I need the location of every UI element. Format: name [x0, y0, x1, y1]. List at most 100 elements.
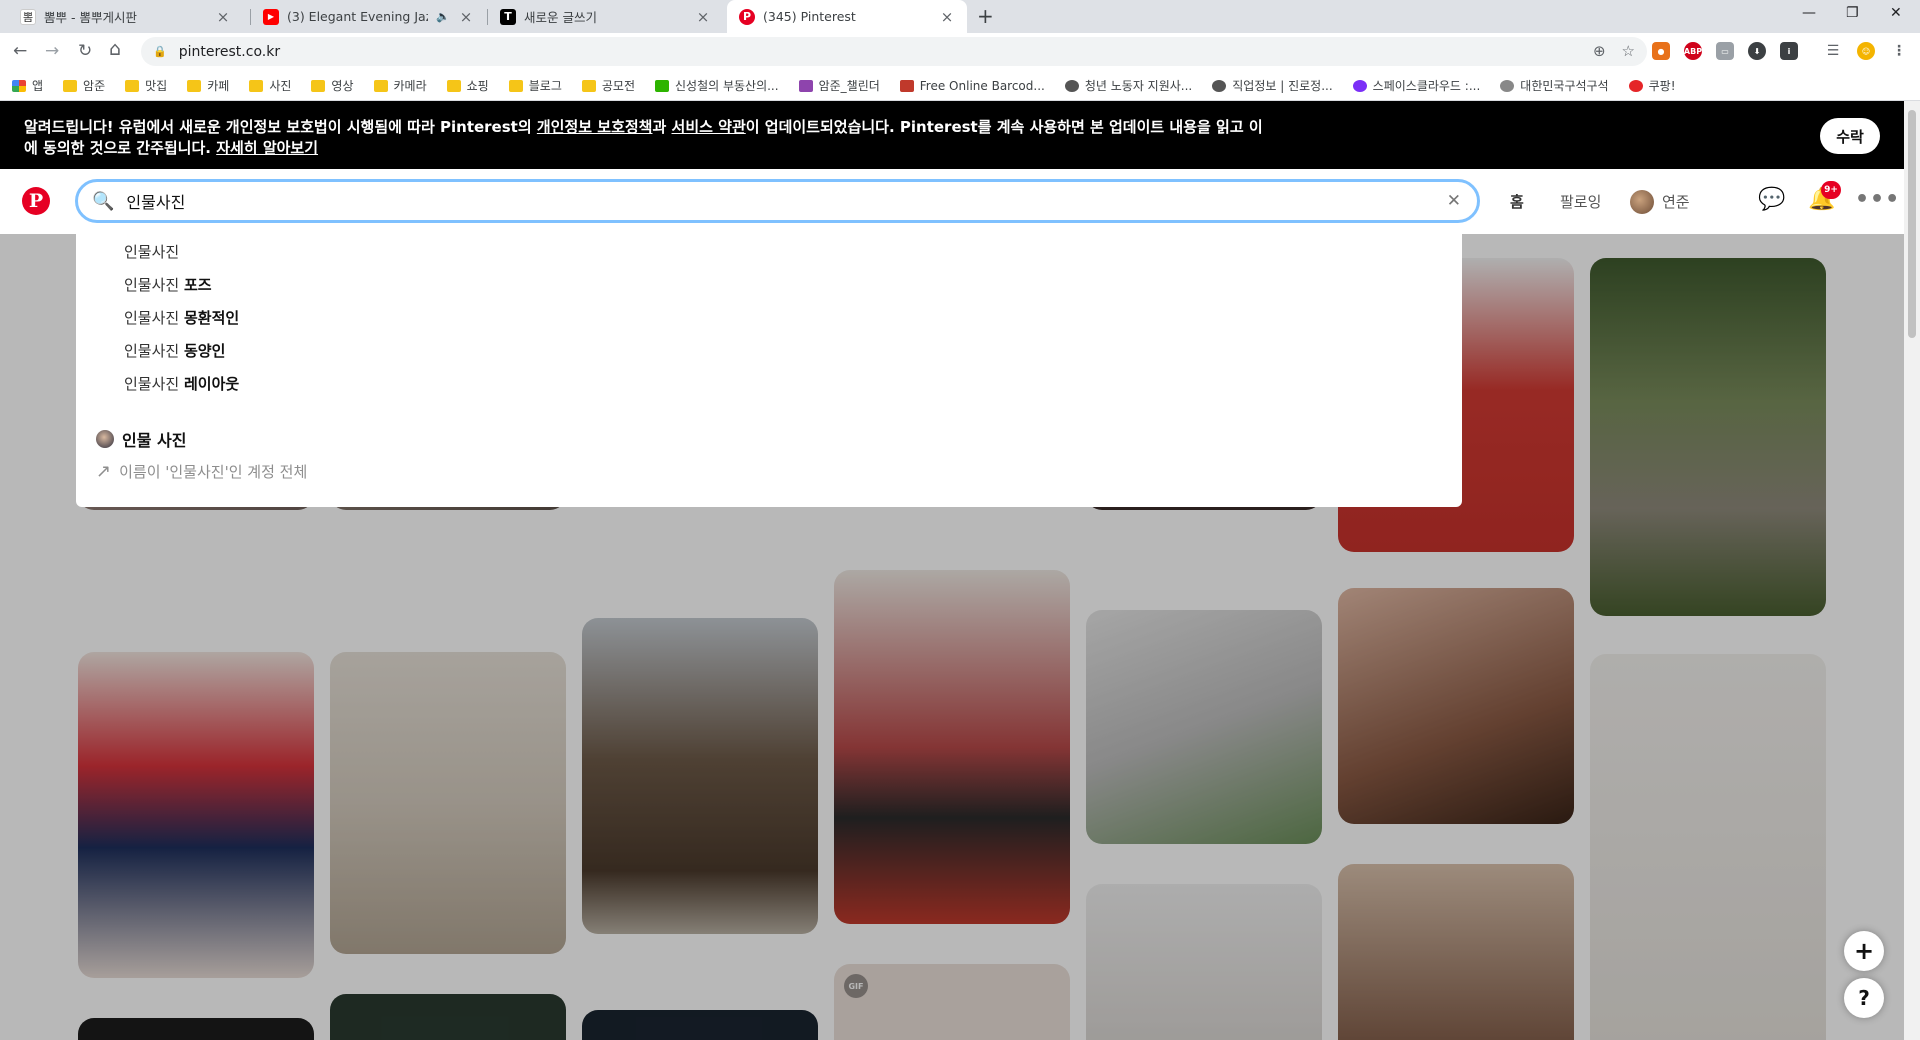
- bookmark-folder[interactable]: 암준: [63, 77, 105, 94]
- bookmark-label: 사진: [269, 79, 292, 93]
- apps-grid-icon: [12, 79, 26, 92]
- bookmark-label: 청년 노동자 지원사...: [1084, 79, 1193, 93]
- bookmark-site[interactable]: 대한민국구석구석: [1500, 77, 1609, 94]
- barcode-favicon-icon: [899, 79, 914, 92]
- close-window-icon[interactable]: ✕: [1890, 5, 1902, 21]
- bookmark-site[interactable]: 직업정보 | 진로정...: [1212, 77, 1333, 94]
- suggestion-item[interactable]: 인물사진 레이아웃: [124, 373, 239, 394]
- tab-ppomppu[interactable]: 뽐 뽐뿌 - 뽐뿌게시판 ×: [8, 0, 243, 33]
- suggestion-item[interactable]: 인물사진 몽환적인: [124, 307, 239, 328]
- bookmark-label: 쇼핑: [466, 79, 489, 93]
- folder-icon: [508, 79, 523, 92]
- nav-user-name[interactable]: 연준: [1662, 191, 1690, 212]
- arrow-up-right-icon: ↗: [96, 461, 112, 482]
- search-field[interactable]: 🔍 인물사진 ✕: [75, 179, 1480, 223]
- more-options-icon[interactable]: •••: [1855, 187, 1900, 212]
- bookmark-apps[interactable]: 앱: [12, 77, 43, 94]
- profile-name: 인물 사진: [122, 431, 187, 450]
- reading-list-icon[interactable]: ☰: [1824, 42, 1842, 60]
- extension-icon[interactable]: ⬇: [1748, 42, 1766, 60]
- scrollbar-thumb[interactable]: [1908, 110, 1916, 338]
- help-button[interactable]: ?: [1844, 978, 1884, 1018]
- folder-icon: [125, 79, 140, 92]
- browser-toolbar: ← → ↻ ⌂ 🔒 pinterest.co.kr ⊕ ☆ ● ABP ▭ ⬇ …: [0, 33, 1920, 71]
- bookmark-label: 카페: [207, 79, 230, 93]
- nav-following[interactable]: 팔로잉: [1560, 191, 1601, 212]
- folder-icon: [446, 79, 461, 92]
- accept-button[interactable]: 수락: [1820, 118, 1880, 154]
- bookmark-site[interactable]: 쿠팡!: [1628, 77, 1676, 94]
- close-tab-icon[interactable]: ×: [939, 8, 955, 26]
- tab-youtube[interactable]: ▶ (3) Elegant Evening Jazz - S 🔈 ×: [251, 0, 486, 33]
- close-tab-icon[interactable]: ×: [215, 8, 231, 26]
- messages-icon[interactable]: 💬: [1758, 187, 1785, 212]
- extension-icon[interactable]: ●: [1652, 42, 1670, 60]
- extension-icon[interactable]: i: [1780, 42, 1798, 60]
- bookmark-folder[interactable]: 카메라: [373, 77, 427, 94]
- user-avatar[interactable]: [1630, 190, 1654, 214]
- bookmark-site[interactable]: 청년 노동자 지원사...: [1064, 77, 1193, 94]
- korea-tour-favicon-icon: [1500, 79, 1515, 92]
- extension-icon[interactable]: ▭: [1716, 42, 1734, 60]
- clear-search-icon[interactable]: ✕: [1447, 191, 1461, 211]
- globe-icon: [1212, 79, 1227, 92]
- tab-title: (345) Pinterest: [763, 9, 856, 24]
- minimize-icon[interactable]: —: [1802, 5, 1816, 21]
- pinterest-logo-icon[interactable]: P: [22, 187, 50, 215]
- bookmark-star-icon[interactable]: ☆: [1622, 42, 1635, 60]
- back-icon[interactable]: ←: [13, 41, 27, 61]
- url-text: pinterest.co.kr: [178, 43, 281, 60]
- nav-home[interactable]: 홈: [1510, 191, 1524, 212]
- bookmark-label: 카메라: [393, 79, 427, 93]
- privacy-policy-link[interactable]: 개인정보 보호정책: [537, 118, 653, 136]
- calendar-favicon-icon: [798, 79, 813, 92]
- bookmark-label: 직업정보 | 진로정...: [1232, 79, 1333, 93]
- bookmark-folder[interactable]: 맛집: [125, 77, 167, 94]
- tab-strip: 뽐 뽐뿌 - 뽐뿌게시판 × ▶ (3) Elegant Evening Jaz…: [0, 0, 1920, 33]
- terms-of-service-link[interactable]: 서비스 약관: [672, 118, 746, 136]
- close-tab-icon[interactable]: ×: [458, 8, 474, 26]
- bookmark-site[interactable]: 신성철의 부동산의...: [654, 77, 779, 94]
- install-app-icon[interactable]: ⊕: [1593, 42, 1606, 60]
- folder-icon: [187, 79, 202, 92]
- tab-title: 뽐뿌 - 뽐뿌게시판: [44, 10, 137, 25]
- bookmark-site[interactable]: 스페이스클라우드 :...: [1352, 77, 1480, 94]
- adblock-plus-icon[interactable]: ABP: [1684, 42, 1702, 60]
- bookmark-folder[interactable]: 사진: [249, 77, 291, 94]
- audio-playing-icon[interactable]: 🔈: [436, 10, 450, 23]
- suggestion-prefix: 인물사진: [124, 342, 184, 360]
- bookmark-site[interactable]: Free Online Barcod...: [899, 78, 1045, 93]
- forward-icon[interactable]: →: [45, 41, 59, 61]
- bookmark-site[interactable]: 암준_챌린더: [798, 77, 880, 94]
- learn-more-link[interactable]: 자세히 알아보기: [216, 139, 318, 157]
- search-input[interactable]: 인물사진: [126, 189, 185, 213]
- suggestion-suffix: 동양인: [183, 342, 226, 360]
- bookmark-folder[interactable]: 공모전: [581, 77, 635, 94]
- suggestion-prefix: 인물사진: [124, 243, 180, 261]
- home-icon[interactable]: ⌂: [109, 38, 121, 60]
- bookmark-folder[interactable]: 카페: [187, 77, 229, 94]
- bookmark-label: 신성철의 부동산의...: [674, 79, 779, 93]
- bookmark-folder[interactable]: 쇼핑: [446, 77, 489, 94]
- maximize-icon[interactable]: ❐: [1846, 5, 1859, 21]
- add-pin-button[interactable]: +: [1844, 931, 1884, 971]
- close-tab-icon[interactable]: ×: [695, 8, 711, 26]
- bookmark-label: Free Online Barcod...: [919, 78, 1045, 93]
- suggestion-item[interactable]: 인물사진 동양인: [124, 340, 225, 361]
- all-accounts-link[interactable]: ↗ 이름이 '인물사진'인 계정 전체: [96, 461, 307, 482]
- profile-suggestion[interactable]: 인물 사진: [96, 427, 186, 451]
- youtube-favicon-icon: ▶: [263, 8, 279, 25]
- suggestion-item[interactable]: 인물사진 포즈: [124, 274, 212, 295]
- suggestion-item[interactable]: 인물사진: [124, 241, 179, 262]
- tab-new-post[interactable]: T 새로운 글쓰기 ×: [488, 0, 723, 33]
- tab-pinterest[interactable]: P (345) Pinterest ×: [727, 0, 967, 33]
- bookmark-folder[interactable]: 블로그: [508, 77, 562, 94]
- address-bar[interactable]: 🔒 pinterest.co.kr ⊕ ☆: [141, 37, 1647, 66]
- bookmark-label: 블로그: [528, 79, 562, 93]
- reload-icon[interactable]: ↻: [78, 41, 92, 61]
- suggestion-prefix: 인물사진: [124, 276, 184, 294]
- chrome-menu-icon[interactable]: ⋮: [1890, 42, 1908, 60]
- bookmark-folder[interactable]: 영상: [311, 77, 354, 94]
- new-tab-icon[interactable]: +: [977, 4, 994, 28]
- profile-avatar-icon[interactable]: ☺: [1857, 42, 1875, 60]
